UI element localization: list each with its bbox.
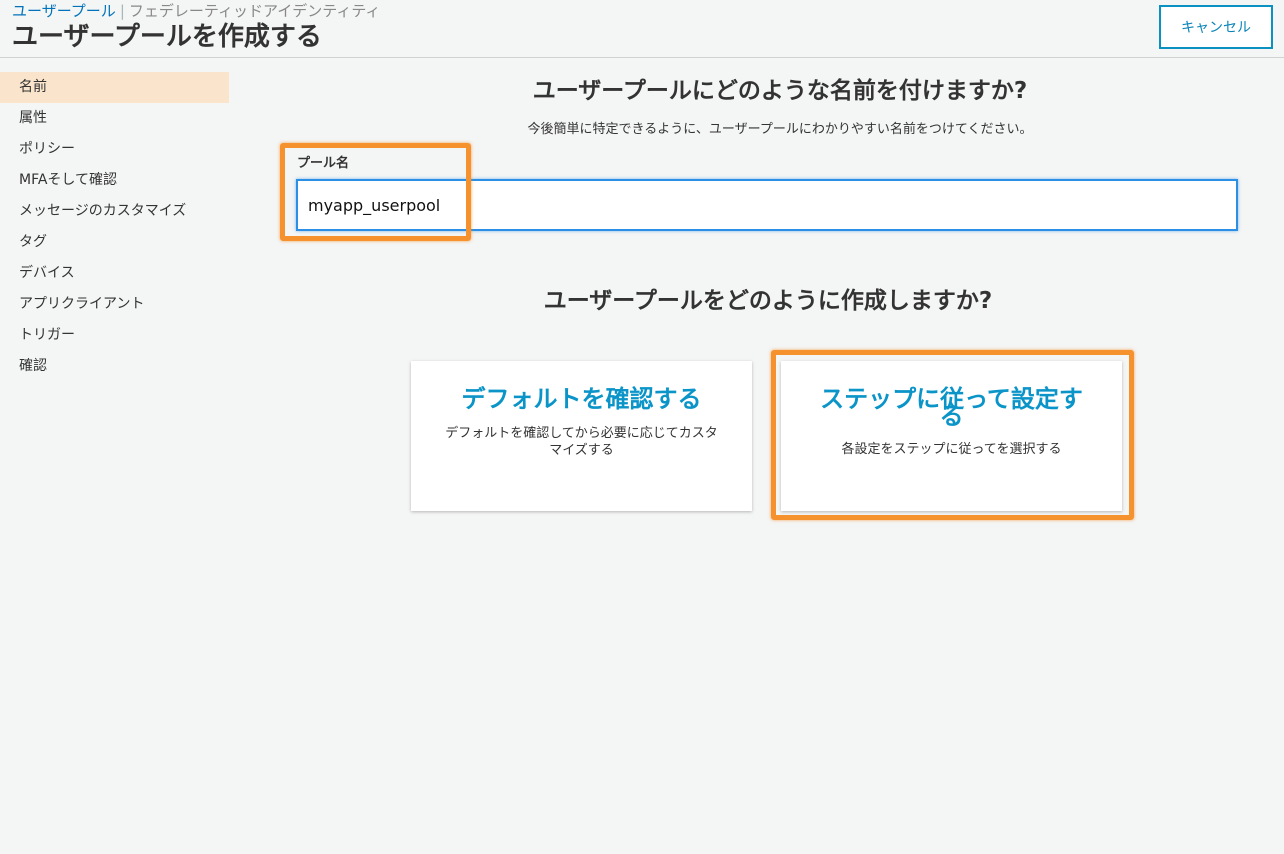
review-defaults-card[interactable]: デフォルトを確認する デフォルトを確認してから必要に応じてカスタマイズする: [411, 361, 752, 511]
step-through-settings-title[interactable]: ステップに従って設定する: [781, 385, 1122, 428]
sidebar-item-policies[interactable]: ポリシー: [0, 134, 229, 165]
name-hint-text: 今後簡単に特定できるように、ユーザープールにわかりやすい名前をつけてください。: [527, 122, 1033, 137]
breadcrumb-user-pools[interactable]: ユーザープール: [12, 2, 116, 20]
sidebar-item-mfa[interactable]: MFAそして確認: [0, 165, 229, 196]
sidebar-item-name[interactable]: 名前: [0, 72, 229, 103]
review-defaults-title[interactable]: デフォルトを確認する: [411, 385, 752, 413]
sidebar-item-message-customization[interactable]: メッセージのカスタマイズ: [0, 196, 229, 227]
sidebar-item-devices[interactable]: デバイス: [0, 258, 229, 289]
name-question-heading: ユーザープールにどのような名前を付けますか?: [532, 78, 1028, 104]
step-through-settings-card[interactable]: ステップに従って設定する 各設定をステップに従ってを選択する: [781, 361, 1122, 511]
page-header: ユーザープール | フェデレーティッドアイデンティティ ユーザープールを作成する キ…: [0, 0, 1284, 58]
pool-name-label: プール名: [297, 156, 350, 171]
sidebar-item-app-clients[interactable]: アプリクライアント: [0, 289, 229, 320]
pool-name-input[interactable]: [296, 179, 1238, 231]
create-question-heading: ユーザープールをどのように作成しますか?: [543, 288, 993, 314]
review-defaults-description: デフォルトを確認してから必要に応じてカスタマイズする: [445, 426, 718, 458]
sidebar-item-triggers[interactable]: トリガー: [0, 320, 229, 351]
breadcrumb-federated-identities[interactable]: フェデレーティッドアイデンティティ: [129, 2, 381, 20]
breadcrumb: ユーザープール | フェデレーティッドアイデンティティ: [12, 2, 380, 20]
sidebar-item-review[interactable]: 確認: [0, 351, 229, 382]
sidebar-item-attributes[interactable]: 属性: [0, 103, 229, 134]
sidebar-item-tags[interactable]: タグ: [0, 227, 229, 258]
step-through-settings-description: 各設定をステップに従ってを選択する: [841, 442, 1062, 457]
breadcrumb-separator: |: [119, 2, 125, 20]
cancel-button[interactable]: キャンセル: [1159, 5, 1273, 49]
page-title: ユーザープールを作成する: [12, 22, 322, 52]
sidebar-nav: 名前 属性 ポリシー MFAそして確認 メッセージのカスタマイズ タグ デバイス…: [0, 72, 229, 382]
